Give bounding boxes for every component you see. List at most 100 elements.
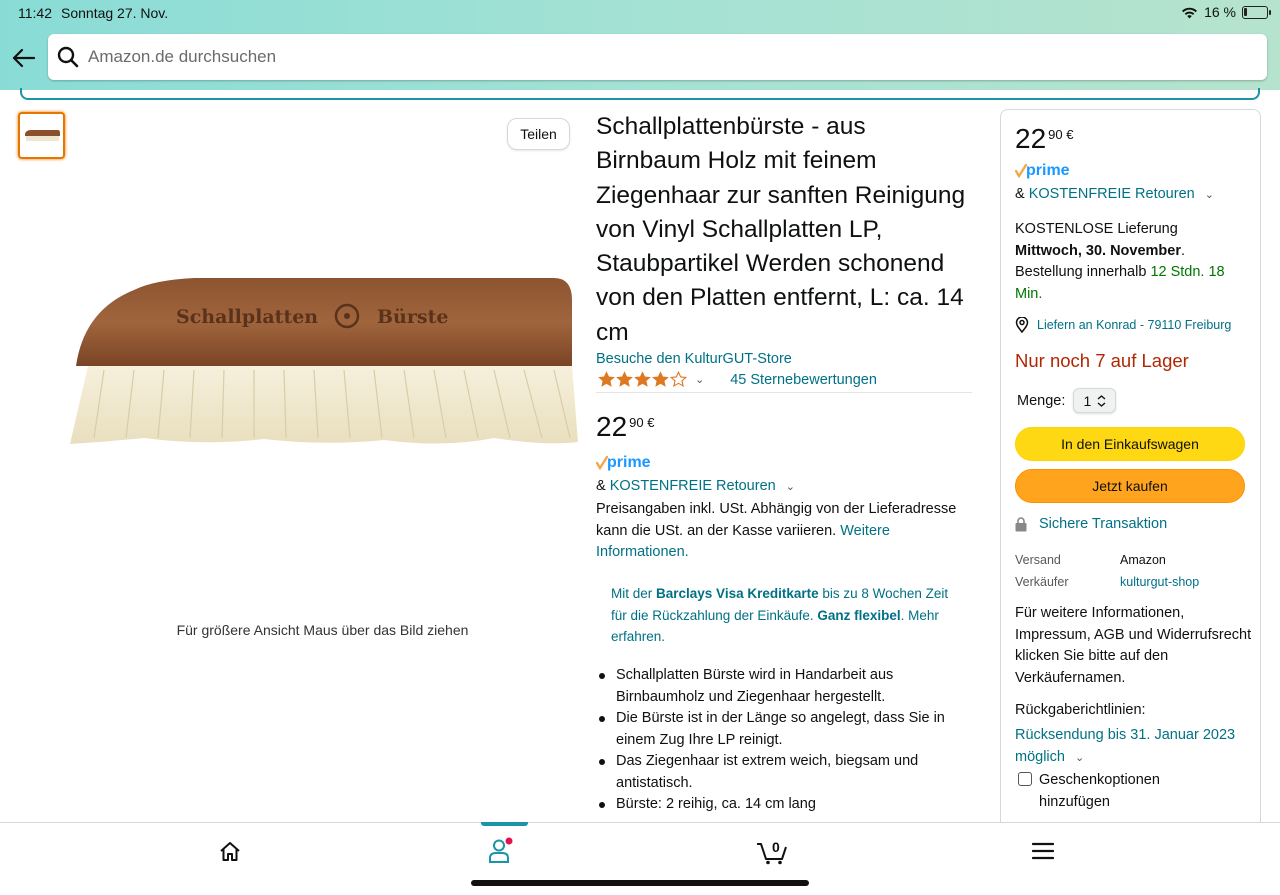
header-belt (20, 88, 1260, 100)
feature-bullet: Schallplatten Bürste wird in Handarbeit … (596, 665, 971, 708)
price-fraction: 90 € (1048, 127, 1074, 142)
chevron-down-icon[interactable]: ⌄ (1075, 752, 1084, 764)
shipper-value: Amazon (1120, 553, 1166, 567)
price-fraction: 90 € (629, 415, 655, 430)
feature-bullet: Bürste: 2 reihig, ca. 14 cm lang (596, 794, 971, 816)
brush-engraving-left: Schallplatten (176, 306, 318, 328)
zoom-hint: Für größere Ansicht Maus über das Bild z… (176, 622, 469, 638)
store-link[interactable]: Besuche den KulturGUT-Store (596, 351, 792, 367)
home-icon (220, 841, 240, 861)
nav-account[interactable] (481, 836, 521, 866)
star-empty-icon (670, 371, 687, 388)
seller-info-text: Für weitere Informationen, Impressum, AG… (1015, 605, 1252, 686)
tax-info: Preisangaben inkl. USt. Abhängig von der… (596, 499, 966, 564)
price: 22 90 € (596, 410, 654, 444)
lock-icon (1015, 516, 1027, 531)
home-indicator[interactable] (471, 880, 809, 886)
price-whole: 22 (1015, 123, 1047, 154)
feature-bullet: Die Bürste ist in der Länge so angelegt,… (596, 708, 971, 751)
rating-row[interactable]: ⌄ 45 Sternebewertungen (598, 371, 877, 388)
prime-icon: prime (1014, 162, 1070, 179)
quantity-row: Menge: 1 (1017, 388, 1117, 413)
location-text[interactable]: Liefern an Konrad - 79110 Freiburg (1037, 318, 1231, 332)
battery-icon (1242, 5, 1271, 19)
seller-meta: Versand Amazon Verkäufer kulturgut-shop (1015, 549, 1199, 593)
nav-active-indicator (481, 822, 528, 826)
returns-prefix: & (596, 478, 610, 494)
star-full-icon (598, 371, 615, 387)
wifi-icon (1182, 7, 1198, 18)
search-input[interactable] (88, 47, 1188, 67)
location-pin-icon (1015, 317, 1029, 333)
gift-label: Geschenkoptionen hinzufügen (1039, 772, 1160, 810)
buybox-price: 22 90 € (1015, 122, 1073, 156)
rating-count-link[interactable]: 45 Sternebewertungen (730, 372, 877, 388)
free-returns[interactable]: & KOSTENFREIE Retouren ⌄ (596, 478, 795, 494)
star-full-icon (652, 371, 669, 387)
arrow-left-icon (12, 48, 36, 68)
hamburger-menu-icon (1032, 842, 1054, 860)
secure-transaction[interactable]: Sichere Transaktion (1015, 516, 1167, 532)
delivery-label: KOSTENLOSE Lieferung (1015, 221, 1178, 237)
buy-now-button[interactable]: Jetzt kaufen (1015, 469, 1245, 503)
free-returns[interactable]: & KOSTENFREIE Retouren ⌄ (1015, 186, 1214, 202)
seller-link[interactable]: kulturgut-shop (1120, 571, 1199, 593)
svg-text:prime: prime (607, 454, 651, 471)
quantity-label: Menge: (1017, 392, 1066, 409)
status-time: 11:42 (18, 5, 52, 21)
returns-prefix: & (1015, 186, 1029, 202)
cart-count: 0 (772, 839, 780, 855)
prime-icon: prime (595, 454, 651, 471)
delivery-info: KOSTENLOSE Lieferung Mittwoch, 30. Novem… (1015, 219, 1250, 305)
secure-transaction-link[interactable]: Sichere Transaktion (1039, 516, 1167, 532)
nav-home[interactable] (210, 836, 250, 866)
seller-label: Verkäufer (1015, 575, 1069, 589)
status-date: Sonntag 27. Nov. (61, 5, 169, 21)
battery-percent: 16 % (1204, 4, 1236, 20)
tax-text: Preisangaben inkl. USt. Abhängig von der… (596, 501, 957, 539)
share-button[interactable]: Teilen (507, 118, 570, 150)
chevron-down-icon[interactable]: ⌄ (786, 481, 795, 493)
stock-status: Nur noch 7 auf Lager (1015, 350, 1189, 371)
prime-badge: prime (595, 452, 656, 479)
notification-dot (505, 837, 513, 845)
search-icon (48, 34, 88, 80)
product-image[interactable]: Schallplatten Bürste (64, 270, 584, 460)
cart-icon: 0 (757, 839, 787, 865)
search-bar[interactable] (48, 34, 1267, 80)
image-thumbnail[interactable] (18, 112, 65, 159)
chevron-down-icon[interactable]: ⌄ (1205, 189, 1214, 201)
delivery-date: Mittwoch, 30. November (1015, 242, 1181, 259)
brush-engraving-right: Bürste (377, 306, 448, 328)
chevron-down-icon[interactable]: ⌄ (695, 373, 704, 386)
return-policy-link[interactable]: Rücksendung bis 31. Januar 2023 möglich (1015, 727, 1235, 765)
rating-stars[interactable] (598, 371, 687, 388)
quantity-value: 1 (1083, 392, 1092, 409)
divider (596, 392, 972, 393)
status-indicators: 16 % (1181, 4, 1271, 20)
star-full-icon (634, 371, 651, 387)
return-policy[interactable]: Rücksendung bis 31. Januar 2023 möglich … (1015, 724, 1255, 769)
free-returns-link[interactable]: KOSTENFREIE Retouren (610, 478, 776, 494)
nav-menu[interactable] (1023, 836, 1063, 866)
gift-options[interactable]: Geschenkoptionen hinzufügen (1018, 769, 1179, 813)
delivery-location[interactable]: Liefern an Konrad - 79110 Freiburg (1015, 317, 1231, 333)
nav-cart[interactable]: 0 (752, 836, 792, 866)
free-returns-link[interactable]: KOSTENFREIE Retouren (1029, 186, 1195, 202)
order-within-label: Bestellung innerhalb (1015, 264, 1151, 280)
credit-card-promo[interactable]: Mit der Barclays Visa Kreditkarte bis zu… (611, 583, 961, 648)
gift-checkbox[interactable] (1018, 772, 1032, 786)
star-full-icon (616, 371, 633, 387)
product-title: Schallplattenbürste - aus Birnbaum Holz … (596, 113, 966, 346)
user-icon (489, 837, 513, 863)
chevron-updown-icon (1097, 394, 1106, 407)
price-whole: 22 (596, 411, 628, 442)
return-policy-heading: Rückgaberichtlinien: (1015, 702, 1146, 718)
promo-highlight: Ganz flexibel (817, 607, 901, 623)
top-header: 11:42 Sonntag 27. Nov. 16 % (0, 0, 1280, 90)
back-button[interactable] (8, 40, 40, 76)
shipper-label: Versand (1015, 553, 1061, 567)
quantity-select[interactable]: 1 (1073, 388, 1117, 413)
add-to-cart-button[interactable]: In den Einkaufswagen (1015, 427, 1245, 461)
promo-text: Mit der (611, 586, 657, 601)
